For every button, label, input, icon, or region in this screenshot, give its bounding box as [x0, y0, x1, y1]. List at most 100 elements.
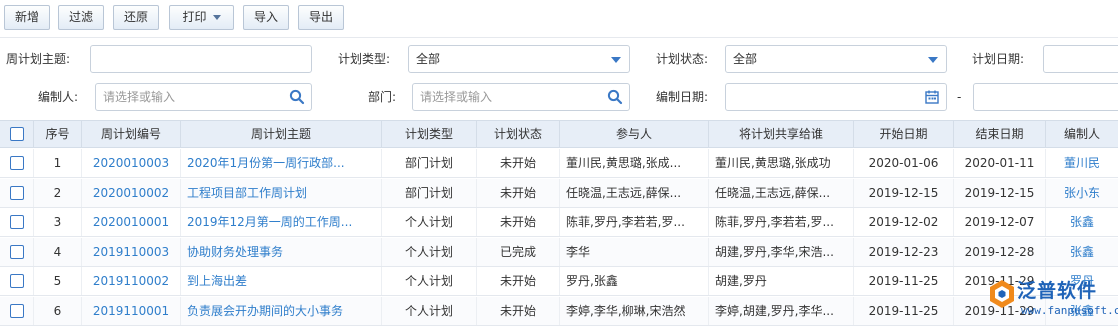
cell-plan-code[interactable]: 2020010002 [82, 178, 181, 207]
cell-plan-code[interactable]: 2019110001 [82, 296, 181, 325]
cell-plan-code[interactable]: 2020010003 [82, 149, 181, 177]
cell-plan-type: 个人计划 [382, 296, 477, 325]
cell-plan-topic[interactable]: 2019年12月第一周的工作周... [181, 208, 382, 236]
dropdown-arrow-icon [611, 57, 621, 63]
cell-plan-topic[interactable]: 负责展会开办期间的大小事务 [181, 296, 382, 325]
row-select-cell [0, 296, 34, 325]
cell-index: 6 [34, 296, 82, 325]
toolbar: 新增 过滤 还原 打印 导入 导出 [0, 0, 1118, 38]
print-button[interactable]: 打印 [169, 5, 234, 30]
cell-plan-topic[interactable]: 到上海出差 [181, 267, 382, 295]
header-shared-with[interactable]: 将计划共享给谁 [709, 121, 854, 148]
cell-end-date: 2019-12-07 [954, 208, 1046, 236]
editor-placeholder: 请选择或输入 [103, 90, 176, 104]
cell-plan-code[interactable]: 2019110002 [82, 267, 181, 295]
cell-editor[interactable]: 张鑫 [1046, 238, 1118, 266]
cell-plan-topic[interactable]: 2020年1月份第一周行政部... [181, 149, 382, 177]
cell-plan-topic[interactable]: 协助财务处理事务 [181, 237, 382, 266]
new-button[interactable]: 新增 [4, 5, 50, 30]
cell-index: 5 [34, 267, 82, 295]
header-index[interactable]: 序号 [34, 121, 82, 148]
logo-name: 泛普软件 [1017, 280, 1098, 302]
chevron-down-icon [212, 15, 221, 20]
header-plan-code[interactable]: 周计划编号 [82, 121, 181, 148]
cell-start-date: 2020-01-06 [854, 149, 954, 177]
cell-plan-code[interactable]: 2020010001 [82, 208, 181, 236]
edit-date-label: 编制日期: [656, 90, 709, 104]
cell-index: 4 [34, 237, 82, 266]
plan-date-input[interactable] [1043, 45, 1118, 73]
cell-plan-topic[interactable]: 工程项目部工作周计划 [181, 178, 382, 207]
cell-start-date: 2019-12-02 [854, 208, 954, 236]
cell-index: 1 [34, 149, 82, 177]
editor-input[interactable]: 请选择或输入 [95, 83, 312, 111]
edit-date-start-input[interactable] [725, 83, 947, 111]
department-label: 部门: [368, 90, 397, 104]
table-row[interactable]: 5 2019110002 到上海出差 个人计划 未开始 罗丹,张鑫 胡建,罗丹 2019-11… [0, 267, 1118, 296]
dropdown-arrow-icon [928, 57, 938, 63]
select-all-checkbox[interactable] [10, 127, 24, 141]
row-checkbox[interactable] [10, 215, 24, 229]
row-checkbox[interactable] [10, 185, 24, 200]
search-icon[interactable] [607, 89, 623, 105]
row-checkbox[interactable] [10, 303, 24, 318]
select-all-cell [0, 121, 34, 148]
header-editor[interactable]: 编制人 [1046, 121, 1118, 148]
cell-plan-code[interactable]: 2019110003 [82, 237, 181, 266]
cell-plan-status: 已完成 [477, 237, 560, 266]
cell-plan-status: 未开始 [477, 296, 560, 325]
editor-label: 编制人: [38, 90, 79, 104]
cell-editor[interactable]: 张鑫 [1046, 208, 1118, 236]
topic-input[interactable] [90, 45, 312, 73]
cell-start-date: 2019-11-25 [854, 267, 954, 295]
reset-button[interactable]: 还原 [113, 5, 159, 30]
row-checkbox[interactable] [10, 156, 24, 170]
cell-index: 2 [34, 178, 82, 207]
cell-editor[interactable]: 张小东 [1046, 179, 1118, 207]
logo-url: www.fanpusoft.com [1021, 304, 1118, 317]
plan-status-label: 计划状态: [656, 52, 709, 66]
cell-plan-status: 未开始 [477, 178, 560, 207]
department-input[interactable]: 请选择或输入 [412, 83, 630, 111]
plan-status-select[interactable]: 全部 [725, 45, 947, 73]
cell-participants: 任晓温,王志远,薛保... [560, 178, 709, 207]
calendar-icon[interactable] [924, 89, 940, 105]
cell-plan-type: 部门计划 [382, 178, 477, 207]
edit-date-end-input[interactable] [973, 83, 1118, 111]
header-participants[interactable]: 参与人 [560, 121, 709, 148]
table-row[interactable]: 2 2020010002 工程项目部工作周计划 部门计划 未开始 任晓温,王志远,薛保..… [0, 178, 1118, 208]
search-icon[interactable] [289, 89, 305, 105]
table-row[interactable]: 4 2019110003 协助财务处理事务 个人计划 已完成 李华 胡建,罗丹,李华,宋浩.… [0, 237, 1118, 267]
cell-plan-status: 未开始 [477, 267, 560, 295]
row-checkbox[interactable] [10, 244, 24, 259]
table-row[interactable]: 3 2020010001 2019年12月第一周的工作周... 个人计划 未开始 陈菲,罗… [0, 208, 1118, 237]
cell-start-date: 2019-12-15 [854, 178, 954, 207]
plan-type-label: 计划类型: [338, 52, 391, 66]
cell-shared-with: 胡建,罗丹,李华,宋浩... [709, 237, 854, 266]
print-button-label: 打印 [182, 10, 207, 24]
plan-type-value: 全部 [416, 52, 441, 66]
table-header: 序号 周计划编号 周计划主题 计划类型 计划状态 参与人 将计划共享给谁 开始日… [0, 120, 1118, 148]
cell-shared-with: 胡建,罗丹 [709, 267, 854, 295]
cell-plan-type: 部门计划 [382, 149, 477, 177]
filter-button[interactable]: 过滤 [58, 5, 104, 30]
plan-type-select[interactable]: 全部 [408, 45, 630, 73]
cell-participants: 罗丹,张鑫 [560, 267, 709, 295]
cell-start-date: 2019-12-23 [854, 237, 954, 266]
row-checkbox[interactable] [10, 274, 24, 288]
table-row[interactable]: 1 2020010003 2020年1月份第一周行政部... 部门计划 未开始 董川民,黄… [0, 149, 1118, 178]
header-plan-status[interactable]: 计划状态 [477, 121, 560, 148]
header-plan-type[interactable]: 计划类型 [382, 121, 477, 148]
header-plan-topic[interactable]: 周计划主题 [181, 121, 382, 148]
cell-editor[interactable]: 董川民 [1046, 149, 1118, 177]
cell-plan-status: 未开始 [477, 208, 560, 236]
import-button[interactable]: 导入 [243, 5, 289, 30]
cell-start-date: 2019-11-25 [854, 296, 954, 325]
cell-shared-with: 任晓温,王志远,薛保... [709, 178, 854, 207]
header-start-date[interactable]: 开始日期 [854, 121, 954, 148]
header-end-date[interactable]: 结束日期 [954, 121, 1046, 148]
cell-plan-type: 个人计划 [382, 208, 477, 236]
cell-plan-type: 个人计划 [382, 267, 477, 295]
table-row[interactable]: 6 2019110001 负责展会开办期间的大小事务 个人计划 未开始 李婷,李华,柳琳,… [0, 296, 1118, 326]
export-button[interactable]: 导出 [298, 5, 344, 30]
